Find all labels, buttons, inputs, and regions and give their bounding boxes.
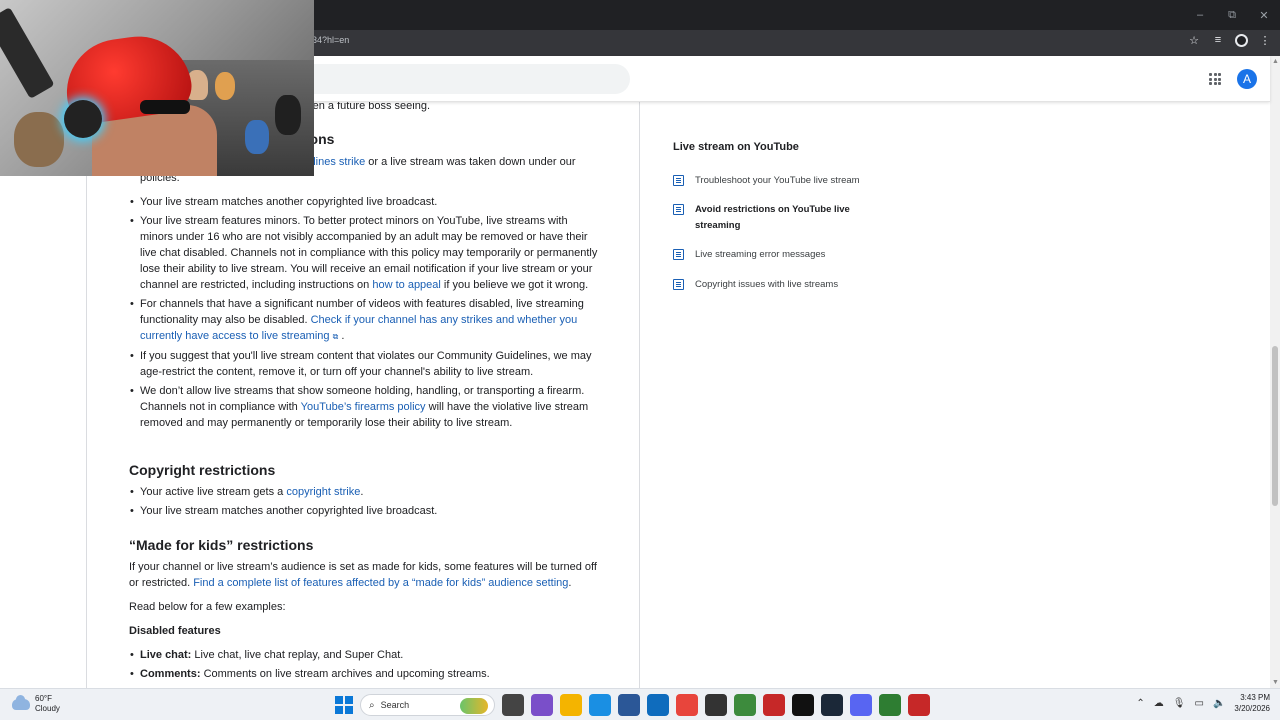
app-icon[interactable] [531,694,553,716]
browser-menu-icon[interactable]: ⋮ [1258,33,1272,47]
google-apps-icon[interactable] [1209,73,1221,85]
sidebar-item-troubleshoot[interactable]: Troubleshoot your YouTube live stream [673,173,873,189]
app-icon[interactable] [908,694,930,716]
list-item: Your active live stream gets a copyright… [129,484,599,500]
restriction-list: Your live stream matches another copyrig… [129,194,599,434]
taskbar-search[interactable]: ⌕ Search [360,694,495,716]
chrome-icon[interactable] [676,694,698,716]
sidebar-item-copyright-issues[interactable]: Copyright issues with live streams [673,277,873,293]
page-scrollbar[interactable]: ▲ ▼ [1270,56,1280,688]
made-for-kids-paragraph: If your channel or live stream’s audienc… [129,561,597,589]
list-item: Your live stream matches another copyrig… [129,194,599,210]
restore-button[interactable]: ⧉ [1216,0,1248,30]
list-item: Comments: Comments on live stream archiv… [129,666,599,682]
window-controls: – ⧉ ✕ [1184,0,1280,30]
firearms-policy-link[interactable]: YouTube’s firearms policy [301,401,426,413]
bookmark-star-icon[interactable]: ☆ [1187,33,1201,47]
how-to-appeal-link[interactable]: how to appeal [372,279,441,291]
made-for-kids-heading: “Made for kids” restrictions [129,537,314,553]
discord-icon[interactable] [850,694,872,716]
disabled-features-list: Live chat: Live chat, live chat replay, … [129,647,599,685]
minecraft-icon[interactable] [734,694,756,716]
onedrive-icon[interactable]: ☁ [1154,698,1164,709]
weather-temp: 60°F [35,694,52,703]
weather-desc: Cloudy [35,704,60,713]
chevron-up-icon[interactable]: ⌃ [1136,698,1144,709]
account-avatar[interactable]: A [1237,69,1257,89]
list-item: We don’t allow live streams that show so… [129,383,599,431]
list-item: Your live stream features minors. To bet… [129,213,599,293]
system-tray: ⌃ ☁ 🎙 ▭ 🔈 3:43 PM 3/20/2026 [1136,692,1270,714]
app-icon[interactable] [763,694,785,716]
copyright-list: Your active live stream gets a copyright… [129,484,599,522]
disabled-features-heading: Disabled features [129,625,221,637]
close-button[interactable]: ✕ [1248,0,1280,30]
weather-widget[interactable]: 60°F Cloudy [12,694,60,714]
outlook-icon[interactable] [647,694,669,716]
made-for-kids-features-link[interactable]: Find a complete list of features affecte… [193,577,568,589]
article-icon [673,175,684,186]
help-search-input[interactable] [300,64,630,94]
obs-icon[interactable] [705,694,727,716]
read-below-text: Read below for a few examples: [129,601,286,613]
task-view-icon[interactable] [502,694,524,716]
copyright-heading: Copyright restrictions [129,462,276,478]
webcam-overlay [0,0,314,176]
article-icon [673,204,684,215]
scroll-up-icon[interactable]: ▲ [1272,58,1279,65]
windows-taskbar: 60°F Cloudy ⌕ Search ⌃ ☁ 🎙 ▭ 🔈 3:43 PM 3… [0,688,1280,720]
network-icon[interactable]: ▭ [1195,698,1204,709]
address-bar[interactable]: 34?hl=en [312,35,349,45]
partial-line: delines strike or a live stream was take… [301,156,576,168]
cloud-icon [12,694,30,710]
list-item: For channels that have a significant num… [129,296,599,345]
list-item: If you suggest that you'll live stream c… [129,348,599,380]
capcut-icon[interactable] [792,694,814,716]
store-icon[interactable] [618,694,640,716]
steam-icon[interactable] [821,694,843,716]
volume-icon[interactable]: 🔈 [1213,698,1225,709]
sidebar-title: Live stream on YouTube [673,141,799,153]
minimize-button[interactable]: – [1184,0,1216,30]
search-icon: ⌕ [369,699,375,711]
list-item: Live chat: Live chat, live chat replay, … [129,647,599,663]
list-item: Your live stream matches another copyrig… [129,503,599,519]
media-controls-icon[interactable]: ≡ [1211,33,1225,47]
taskbar-clock[interactable]: 3:43 PM 3/20/2026 [1234,692,1270,714]
scroll-down-icon[interactable]: ▼ [1272,679,1279,686]
notepad-icon[interactable] [879,694,901,716]
sidebar-item-avoid-restrictions[interactable]: Avoid restrictions on YouTube live strea… [673,202,873,234]
file-explorer-icon[interactable] [560,694,582,716]
article-icon [673,279,684,290]
profile-icon[interactable] [1235,33,1248,47]
copyright-strike-link[interactable]: copyright strike [286,486,360,498]
windows-start-icon[interactable] [335,696,353,714]
scrollbar-thumb[interactable] [1272,346,1278,506]
microphone-icon[interactable]: 🎙 [1173,698,1186,709]
sidebar-item-error-messages[interactable]: Live streaming error messages [673,247,873,263]
article-icon [673,249,684,260]
edge-icon[interactable] [589,694,611,716]
